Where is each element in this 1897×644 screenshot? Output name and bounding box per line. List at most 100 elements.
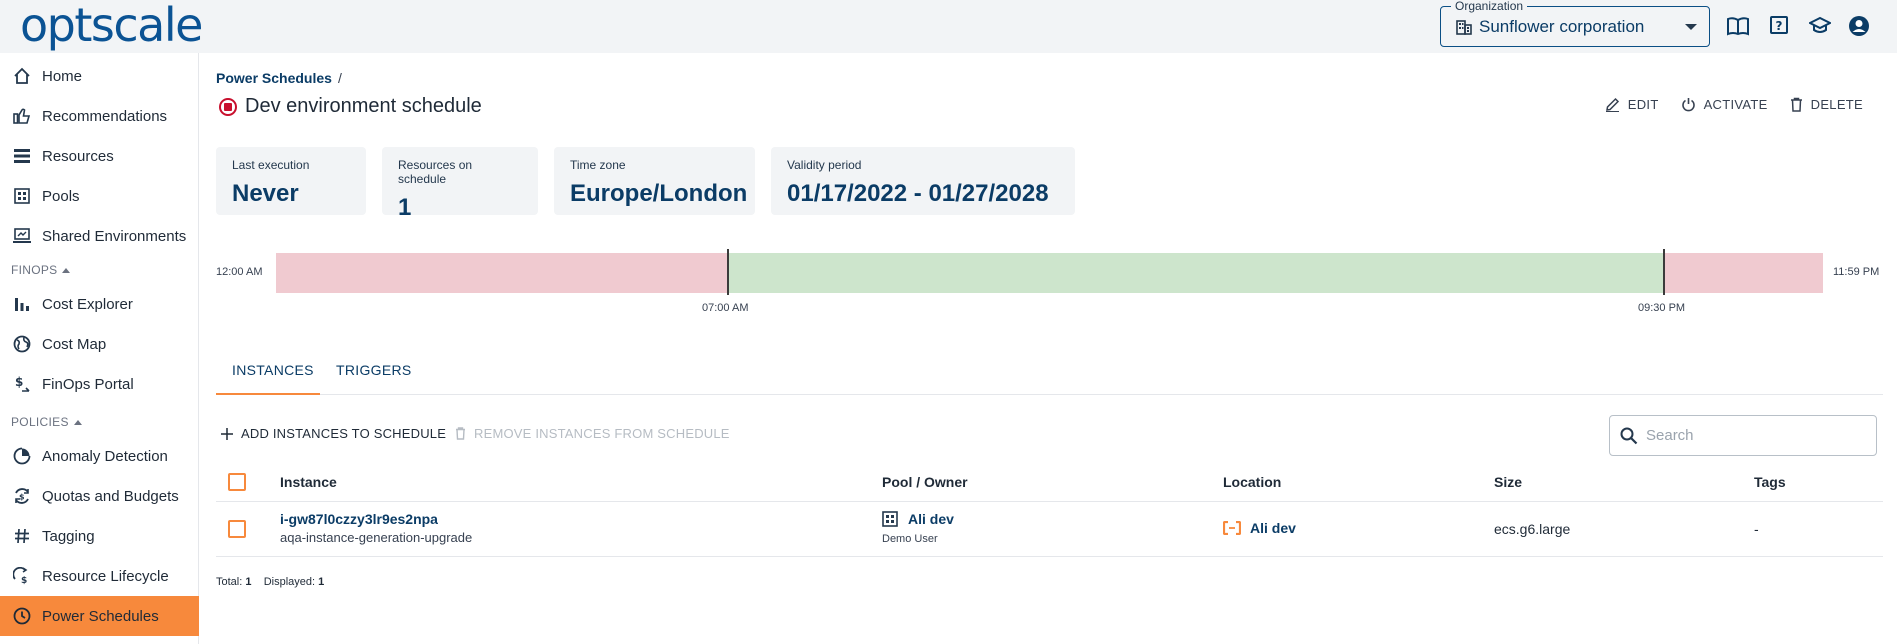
- alibaba-cloud-icon: [1222, 520, 1242, 536]
- building-icon: [1456, 20, 1472, 35]
- svg-text:$: $: [15, 375, 23, 389]
- sidebar-item-cost-map[interactable]: Cost Map: [0, 324, 199, 364]
- table-counts: Total: 1 Displayed: 1: [216, 576, 324, 588]
- pools-icon: [12, 186, 32, 206]
- sidebar-section-policies[interactable]: POLICIES: [11, 415, 82, 429]
- home-icon: [12, 66, 32, 86]
- delete-button[interactable]: DELETE: [1790, 97, 1863, 112]
- time-zone-card: Time zone Europe/London: [554, 147, 755, 215]
- timeline-start-label: 12:00 AM: [216, 266, 263, 278]
- organization-select[interactable]: Organization Sunflower corporation: [1440, 0, 1710, 47]
- sidebar-item-anomaly-detection[interactable]: Anomaly Detection: [0, 436, 199, 476]
- remove-instances-button[interactable]: REMOVE INSTANCES FROM SCHEDULE: [455, 426, 730, 441]
- thumbs-up-icon: [12, 106, 32, 126]
- finops-icon: $: [12, 374, 32, 394]
- list-icon: [12, 146, 32, 166]
- sidebar-item-pools[interactable]: Pools: [0, 176, 199, 216]
- location-link[interactable]: Ali dev: [1250, 520, 1296, 536]
- optscale-logo[interactable]: optscale: [20, 2, 203, 48]
- column-header-location[interactable]: Location: [1223, 474, 1281, 490]
- add-instances-button[interactable]: ADD INSTANCES TO SCHEDULE: [221, 426, 446, 441]
- account-icon[interactable]: [1847, 14, 1871, 38]
- sidebar-item-resources[interactable]: Resources: [0, 136, 199, 176]
- help-icon[interactable]: ?: [1767, 14, 1791, 38]
- page-title: Dev environment schedule: [245, 95, 482, 117]
- sidebar-item-shared-environments[interactable]: Shared Environments: [0, 216, 199, 256]
- breadcrumb-link[interactable]: Power Schedules: [216, 70, 332, 86]
- column-header-size[interactable]: Size: [1494, 474, 1522, 490]
- card-label: Resources on schedule: [398, 158, 473, 186]
- sidebar-item-label: Shared Environments: [42, 227, 187, 245]
- edit-button[interactable]: EDIT: [1605, 97, 1659, 112]
- sidebar-item-tagging[interactable]: Tagging: [0, 516, 199, 556]
- column-header-instance[interactable]: Instance: [280, 474, 337, 490]
- column-header-pool-owner[interactable]: Pool / Owner: [882, 474, 968, 490]
- sidebar-item-finops-portal[interactable]: $ FinOps Portal: [0, 364, 199, 404]
- top-bar: optscale Organization Sunflower corporat…: [0, 0, 1897, 53]
- size-value: ecs.g6.large: [1494, 521, 1571, 537]
- sidebar-item-quotas-and-budgets[interactable]: $ Quotas and Budgets: [0, 476, 199, 516]
- delete-label: DELETE: [1810, 97, 1863, 112]
- chevron-up-icon: [62, 267, 71, 273]
- timeline-off-segment: [1664, 253, 1823, 293]
- tab-label: INSTANCES: [232, 362, 314, 378]
- activate-button[interactable]: ACTIVATE: [1681, 97, 1768, 112]
- remove-instances-label: REMOVE INSTANCES FROM SCHEDULE: [474, 426, 730, 441]
- sidebar-item-label: Tagging: [42, 527, 95, 545]
- column-header-tags[interactable]: Tags: [1754, 474, 1786, 490]
- sidebar-item-cost-explorer[interactable]: Cost Explorer: [0, 284, 199, 324]
- tab-label: TRIGGERS: [336, 362, 412, 378]
- tab-instances[interactable]: INSTANCES: [216, 356, 320, 395]
- displayed-value: 1: [318, 576, 325, 588]
- pool-link[interactable]: Ali dev: [908, 511, 954, 527]
- row-checkbox[interactable]: [228, 520, 246, 538]
- activate-label: ACTIVATE: [1703, 97, 1768, 112]
- stopped-status-icon: [219, 97, 237, 116]
- last-execution-card: Last execution Never: [216, 147, 366, 215]
- breadcrumb: Power Schedules /: [216, 70, 342, 86]
- academy-icon[interactable]: [1808, 14, 1832, 38]
- chevron-down-icon: [1685, 24, 1697, 30]
- sidebar-item-power-schedules[interactable]: Power Schedules: [0, 596, 199, 636]
- sidebar-item-recommendations[interactable]: Recommendations: [0, 96, 199, 136]
- timeline-off-segment: [276, 253, 728, 293]
- card-value: 1: [398, 194, 412, 221]
- search-field[interactable]: [1609, 415, 1877, 456]
- table-row: i-gw87l0czzy3lr9es2npa aqa-instance-gene…: [216, 502, 1883, 557]
- pool-icon: [882, 511, 898, 527]
- edit-label: EDIT: [1627, 97, 1659, 112]
- card-value: Never: [232, 180, 299, 207]
- owner-name: Demo User: [882, 533, 938, 545]
- pencil-icon: [1605, 97, 1619, 112]
- chevron-up-icon: [73, 419, 82, 425]
- clock-icon: [12, 606, 32, 626]
- sidebar-item-label: FinOps Portal: [42, 375, 134, 393]
- total-value: 1: [245, 576, 252, 588]
- svg-text:?: ?: [1776, 19, 1783, 33]
- tab-triggers[interactable]: TRIGGERS: [336, 356, 416, 395]
- card-label: Validity period: [787, 158, 862, 172]
- select-all-checkbox[interactable]: [228, 473, 246, 491]
- sidebar-item-home[interactable]: Home: [0, 56, 199, 96]
- sidebar-item-label: Cost Explorer: [42, 295, 133, 313]
- add-instances-label: ADD INSTANCES TO SCHEDULE: [241, 426, 447, 441]
- tags-value: -: [1754, 521, 1759, 537]
- timeline-on-time-label: 07:00 AM: [702, 302, 749, 314]
- search-icon: [1620, 427, 1638, 444]
- plus-icon: [221, 427, 233, 440]
- timeline-on-segment: [728, 253, 1664, 293]
- card-label: Time zone: [570, 158, 626, 172]
- sidebar-item-label: Anomaly Detection: [42, 447, 168, 465]
- card-label: Last execution: [232, 158, 310, 172]
- validity-period-card: Validity period 01/17/2022 - 01/27/2028: [771, 147, 1075, 215]
- sidebar-item-resource-lifecycle[interactable]: $ Resource Lifecycle: [0, 556, 199, 596]
- instance-id-link[interactable]: i-gw87l0czzy3lr9es2npa: [280, 511, 438, 527]
- sidebar-item-label: Home: [42, 67, 83, 85]
- documentation-icon[interactable]: [1726, 14, 1750, 38]
- environment-icon: [12, 226, 32, 246]
- card-value: 01/17/2022 - 01/27/2028: [787, 180, 1049, 207]
- sidebar-section-finops[interactable]: FINOPS: [11, 263, 71, 277]
- sidebar-item-label: Pools: [42, 187, 80, 205]
- search-input[interactable]: [1646, 427, 1866, 444]
- sidebar-item-label: Quotas and Budgets: [42, 487, 179, 505]
